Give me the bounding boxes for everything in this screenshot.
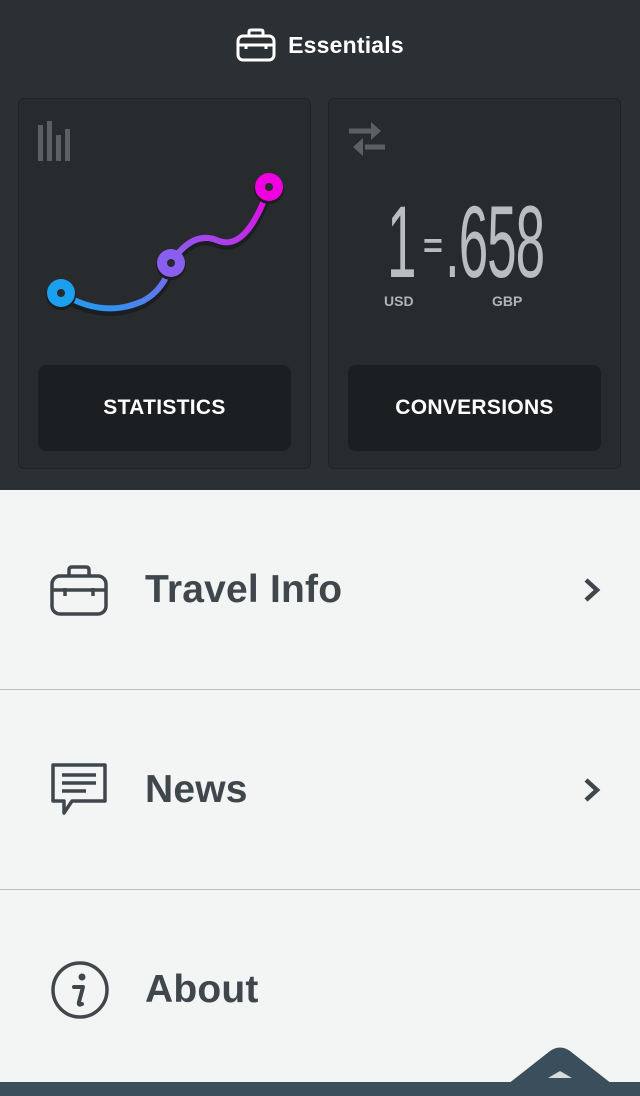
conversions-button[interactable]: CONVERSIONS <box>348 365 601 451</box>
rate-from-value: 1 <box>387 185 416 299</box>
bar-chart-icon <box>38 121 70 161</box>
menu-item-label: News <box>145 768 248 811</box>
drawer-handle[interactable] <box>508 1046 612 1084</box>
statistics-button[interactable]: STATISTICS <box>38 365 291 451</box>
swap-arrows-icon <box>349 122 385 156</box>
statistics-card[interactable]: STATISTICS <box>18 98 311 469</box>
speech-bubble-icon <box>51 763 107 815</box>
statistics-chart-illustration <box>46 173 284 316</box>
header: Essentials <box>0 22 640 68</box>
chevron-right-icon <box>584 778 601 802</box>
essentials-panel: Essentials STATISTICS 1 = .658 USD GBP C… <box>0 0 640 490</box>
page-title: Essentials <box>288 31 404 58</box>
menu-item-travel-info[interactable]: Travel Info <box>0 490 640 690</box>
briefcase-icon <box>236 28 276 62</box>
rate-equals: = <box>423 227 443 265</box>
rate-to-value: .658 <box>445 185 545 299</box>
menu-item-label: Travel Info <box>145 568 343 611</box>
briefcase-icon <box>50 565 108 616</box>
menu-item-label: About <box>145 968 259 1011</box>
info-icon <box>51 961 109 1019</box>
rate-to-currency: GBP <box>492 293 523 309</box>
chevron-right-icon <box>584 578 601 602</box>
conversions-card[interactable]: 1 = .658 USD GBP CONVERSIONS <box>328 98 621 469</box>
menu-item-news[interactable]: News <box>0 690 640 890</box>
bottom-bar <box>0 1082 640 1096</box>
rate-from-currency: USD <box>384 293 414 309</box>
conversion-rate: 1 = .658 USD GBP <box>329 191 622 321</box>
